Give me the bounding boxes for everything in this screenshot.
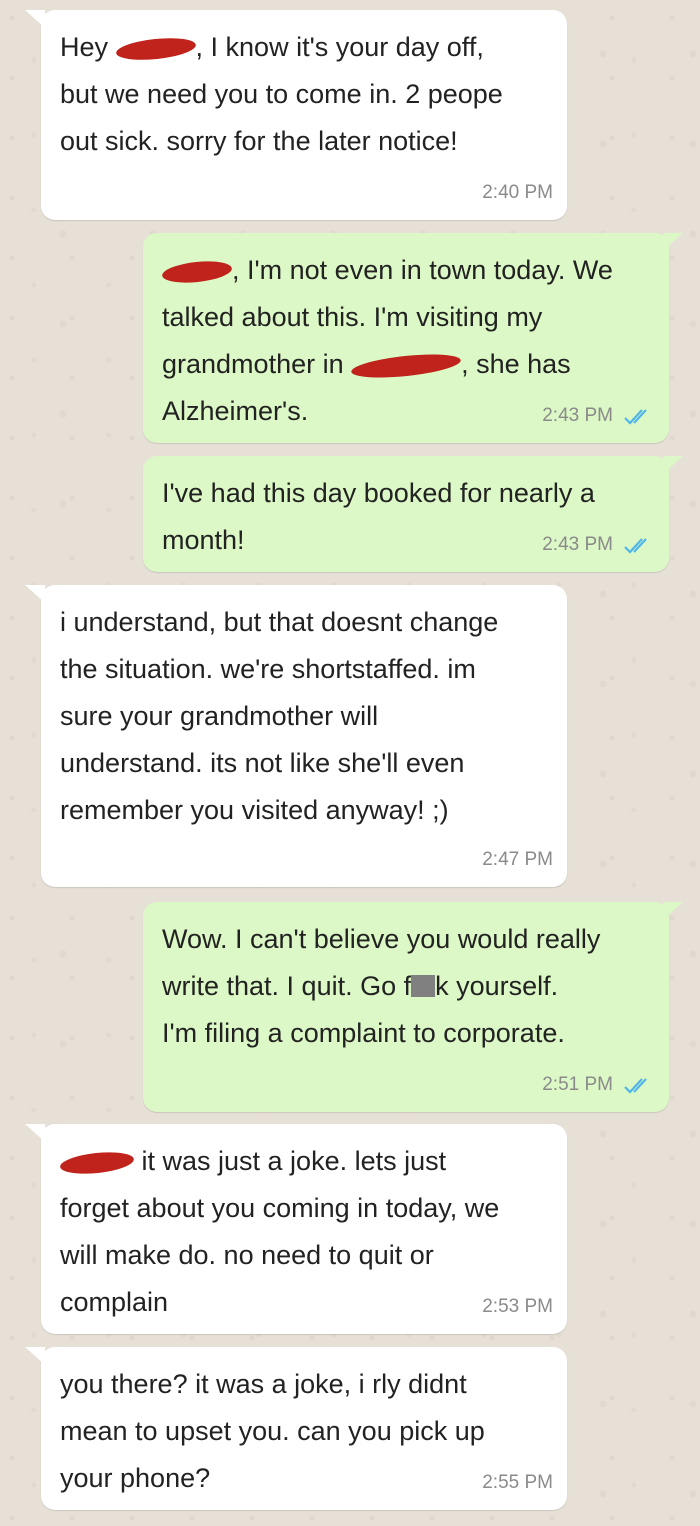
censor-box	[411, 975, 436, 997]
message-line: talked about this. I'm visiting my	[162, 302, 543, 332]
message-bubble-incoming[interactable]: you there? it was a joke, i rly didnt me…	[25, 1347, 567, 1510]
message-line: remember you visited anyway! ;)	[60, 795, 449, 825]
bubble-tail	[663, 456, 683, 474]
message-line: mean to upset you. can you pick up	[60, 1416, 485, 1446]
double-check-read-icon	[624, 538, 647, 554]
message-timestamp: 2:51 PM	[542, 1074, 613, 1095]
message-line: sure your grandmother will	[60, 701, 379, 731]
message-timestamp: 2:43 PM	[542, 534, 613, 555]
redaction-mark	[161, 258, 233, 286]
bubble-tail	[25, 10, 45, 28]
double-check-read-icon	[624, 1078, 647, 1094]
message-meta: 2:47 PM	[482, 849, 553, 871]
message-line: you there? it was a joke, i rly didnt	[60, 1369, 467, 1399]
message-line: but we need you to come in. 2 peope	[60, 79, 503, 109]
message-bubble-outgoing[interactable]: Wow. I can't believe you would really wr…	[143, 902, 683, 1112]
message-line: Wow. I can't believe you would really	[162, 924, 601, 954]
message-line: write that. I quit. Go fk yourself.	[162, 971, 559, 1001]
message-meta: 2:40 PM	[482, 182, 553, 204]
message-bubble-incoming[interactable]: Hey , I know it's your day off, but we n…	[25, 10, 567, 220]
message-line: , I'm not even in town today. We	[161, 247, 651, 294]
message-bubble-incoming[interactable]: i understand, but that doesnt change the…	[25, 585, 567, 887]
message-line: grandmother in , she has	[162, 341, 651, 388]
message-line: will make do. no need to quit or	[60, 1240, 434, 1270]
message-meta: 2:43 PM	[542, 405, 655, 427]
message-timestamp: 2:53 PM	[482, 1296, 553, 1317]
message-line: Hey , I know it's your day off,	[60, 32, 484, 64]
message-bubble-outgoing[interactable]: I've had this day booked for nearly a mo…	[143, 456, 683, 572]
message-bubble-outgoing[interactable]: , I'm not even in town today. We talked …	[143, 233, 683, 443]
message-line: complain	[60, 1287, 169, 1317]
bubble-tail	[25, 1124, 45, 1142]
message-meta: 2:43 PM	[542, 534, 655, 556]
message-line: out sick. sorry for the later notice!	[60, 126, 458, 156]
message-line: I've had this day booked for nearly a	[162, 478, 595, 508]
redaction-mark	[114, 34, 197, 64]
message-timestamp: 2:40 PM	[482, 182, 553, 203]
message-timestamp: 2:47 PM	[482, 849, 553, 870]
bubble-tail	[663, 902, 683, 920]
double-check-read-icon	[624, 409, 647, 425]
message-line: I'm filing a complaint to corporate.	[162, 1018, 565, 1048]
message-line: the situation. we're shortstaffed. im	[60, 654, 476, 684]
message-line: your phone?	[60, 1463, 211, 1493]
redaction-mark	[59, 1149, 135, 1177]
message-timestamp: 2:43 PM	[542, 405, 613, 426]
message-bubble-incoming[interactable]: it was just a joke. lets just forget abo…	[25, 1124, 567, 1334]
bubble-tail	[25, 585, 45, 603]
message-line: understand. its not like she'll even	[60, 748, 465, 778]
message-line: it was just a joke. lets just	[59, 1138, 549, 1185]
message-meta: 2:55 PM	[482, 1472, 553, 1494]
message-line: forget about you coming in today, we	[60, 1193, 500, 1223]
message-meta: 2:53 PM	[482, 1296, 553, 1318]
message-line: i understand, but that doesnt change	[60, 607, 499, 637]
message-timestamp: 2:55 PM	[482, 1472, 553, 1493]
redaction-mark	[350, 350, 462, 382]
bubble-tail	[25, 1347, 45, 1365]
bubble-tail	[663, 233, 683, 251]
message-meta: 2:51 PM	[542, 1074, 655, 1096]
